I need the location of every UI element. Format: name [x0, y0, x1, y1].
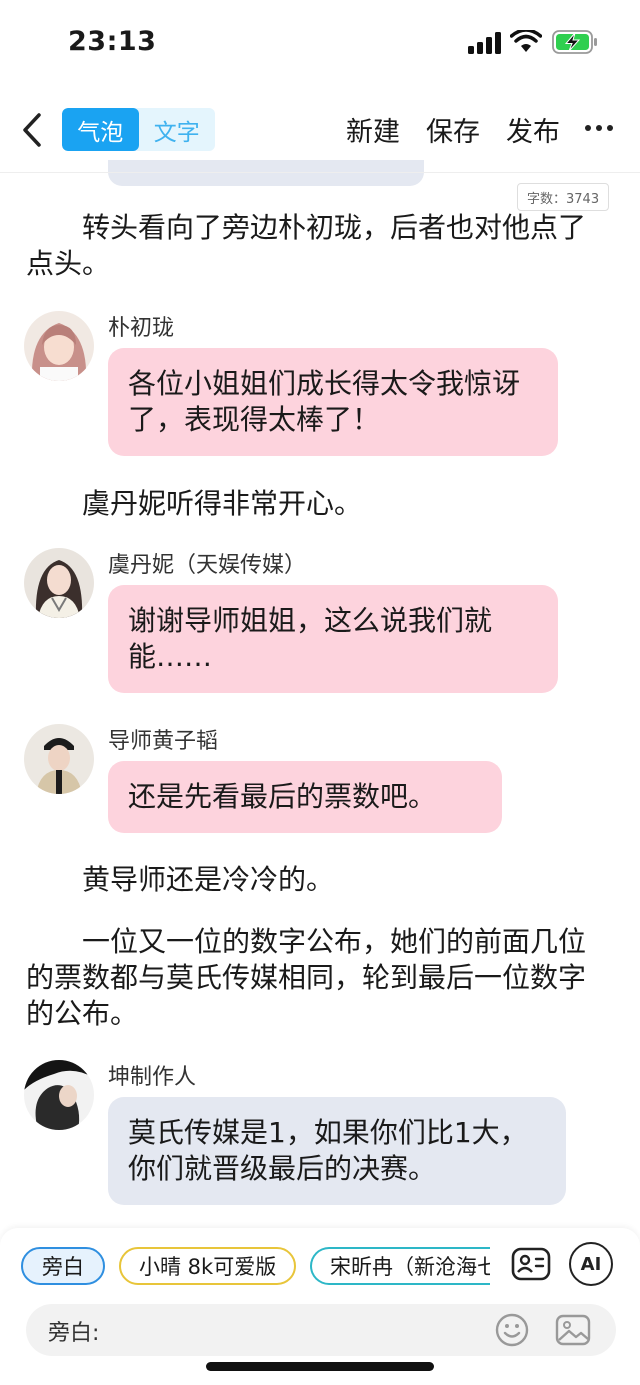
new-button[interactable]: 新建	[346, 110, 400, 149]
avatar[interactable]	[24, 311, 94, 381]
mode-segmented-control: 气泡 文字	[62, 108, 215, 151]
word-count-badge: 字数：3743	[517, 183, 610, 211]
message-bubble[interactable]: 各位小姐姐们成长得太令我惊讶了，表现得太棒了！	[108, 348, 558, 456]
role-chip-character[interactable]: 小晴 8k可爱版	[119, 1247, 296, 1285]
status-bar: 23:13	[0, 0, 640, 88]
tab-text[interactable]: 文字	[139, 108, 216, 151]
narration-text[interactable]: 黄导师还是冷冷的。	[26, 862, 600, 898]
cellular-signal-icon	[468, 32, 501, 54]
avatar[interactable]	[24, 548, 94, 618]
tab-bubble[interactable]: 气泡	[62, 108, 139, 151]
character-name: 导师黄子韬	[108, 729, 219, 754]
message-bubble[interactable]: 莫氏传媒是1，如果你们比1大，你们就晋级最后的决赛。	[108, 1097, 566, 1205]
role-chip-character[interactable]: 宋昕冉（新沧海七	[310, 1247, 490, 1285]
ai-assistant-button[interactable]: AI	[569, 1242, 613, 1286]
nav-divider	[0, 172, 640, 173]
avatar[interactable]	[24, 724, 94, 794]
home-indicator	[206, 1362, 434, 1371]
avatar-portrait-icon	[24, 724, 94, 794]
save-button[interactable]: 保存	[426, 110, 480, 149]
input-role-label: 旁白:	[48, 1321, 100, 1346]
publish-button[interactable]: 发布	[506, 110, 560, 149]
role-chip-narrator[interactable]: 旁白	[21, 1247, 105, 1285]
image-icon[interactable]	[554, 1312, 592, 1348]
avatar[interactable]	[24, 1060, 94, 1130]
message-input[interactable]: 旁白:	[26, 1304, 616, 1356]
character-name: 朴初珑	[108, 316, 175, 341]
contact-card-icon[interactable]	[509, 1242, 553, 1286]
character-name: 虞丹妮（天娱传媒）	[108, 553, 307, 578]
status-time: 23:13	[68, 26, 157, 57]
back-chevron-icon[interactable]	[18, 110, 46, 150]
message-bubble[interactable]: 谢谢导师姐姐，这么说我们就能……	[108, 585, 558, 693]
wifi-icon	[510, 30, 542, 52]
previous-bubble-edge	[108, 160, 424, 186]
emoji-icon[interactable]	[494, 1312, 530, 1348]
character-name: 坤制作人	[108, 1065, 197, 1090]
narration-text[interactable]: 虞丹妮听得非常开心。	[26, 486, 600, 522]
avatar-portrait-icon	[24, 1060, 94, 1130]
top-navigation-bar: 气泡 文字 新建 保存 发布	[0, 100, 640, 160]
battery-charging-icon	[552, 30, 597, 54]
avatar-portrait-icon	[24, 311, 94, 381]
avatar-portrait-icon	[24, 548, 94, 618]
narration-text[interactable]: 转头看向了旁边朴初珑，后者也对他点了点头。	[26, 210, 600, 282]
more-options-icon[interactable]	[584, 118, 614, 138]
message-bubble[interactable]: 还是先看最后的票数吧。	[108, 761, 502, 833]
narration-text[interactable]: 一位又一位的数字公布，她们的前面几位的票数都与莫氏传媒相同，轮到最后一位数字的公…	[26, 924, 600, 1032]
